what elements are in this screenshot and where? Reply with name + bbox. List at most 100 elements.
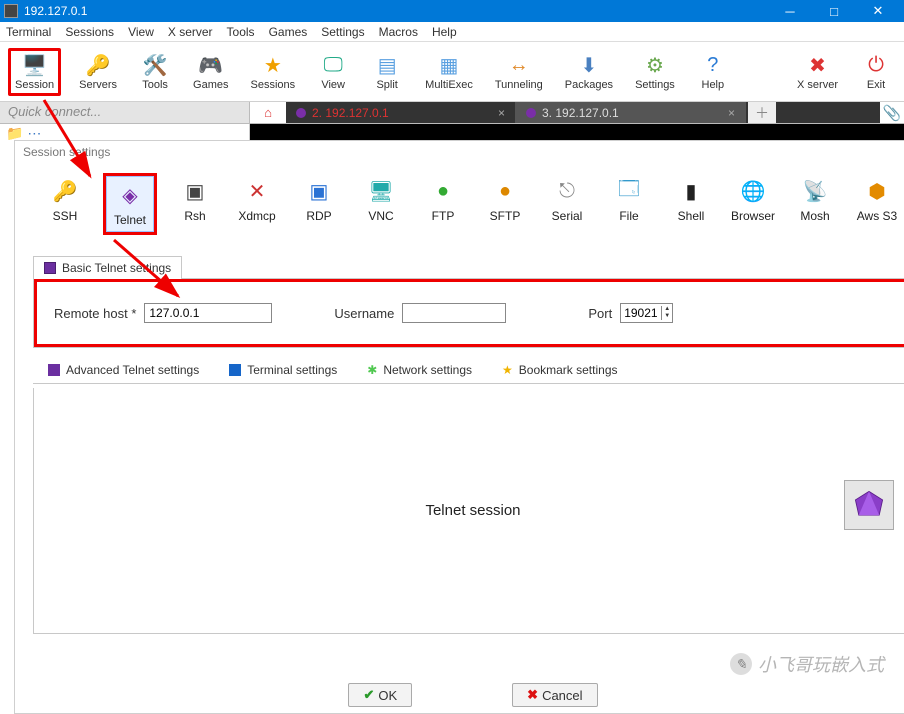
session-type-label: Shell [678, 209, 705, 223]
session-type-vnc[interactable]: 🖥 VNC [357, 173, 405, 227]
ftp-icon: ● [429, 177, 457, 205]
session-tab[interactable]: 2. 192.127.0.1× [286, 102, 516, 123]
session-type-label: SFTP [490, 209, 521, 223]
menu-x-server[interactable]: X server [168, 25, 213, 39]
paperclip-icon[interactable]: 📎 [880, 102, 904, 123]
session-type-aws-s3[interactable]: ⬢Aws S3 [853, 173, 901, 227]
port-up-icon[interactable]: ▲ [661, 306, 672, 313]
menu-tools[interactable]: Tools [227, 25, 255, 39]
telnet-icon: ◈ [116, 181, 144, 209]
subtab-label: Network settings [383, 363, 472, 377]
session-type-serial[interactable]: ⎋Serial [543, 173, 591, 227]
cancel-button[interactable]: ✖ Cancel [512, 683, 597, 707]
vnc-icon: 🖥 [367, 177, 395, 205]
menu-sessions[interactable]: Sessions [65, 25, 114, 39]
session-type-label: FTP [432, 209, 455, 223]
subtab-advanced-telnet-settings[interactable]: Advanced Telnet settings [33, 356, 214, 383]
toolbar-packages-button[interactable]: ⬇Packages [561, 51, 617, 93]
toolbar-view-button[interactable]: 🖵View [313, 51, 353, 93]
username-input[interactable] [402, 303, 506, 323]
window-maximize-button[interactable]: □ [812, 0, 856, 22]
dialog-titlebar: Session settings ✕ [15, 141, 904, 163]
cancel-icon: ✖ [527, 687, 538, 703]
toolbar-help-button[interactable]: ?Help [693, 51, 733, 93]
session-type-ssh[interactable]: 🔑SSH [41, 173, 89, 227]
toolbar-games-button[interactable]: 🎮Games [189, 51, 232, 93]
menu-games[interactable]: Games [269, 25, 308, 39]
remote-host-input[interactable] [144, 303, 272, 323]
window-close-button[interactable]: ✕ [856, 0, 900, 22]
toolbar-multiexec-button[interactable]: ▦MultiExec [421, 51, 477, 93]
square-icon [229, 364, 241, 376]
session-type-xdmcp[interactable]: ✕ Xdmcp [233, 173, 281, 227]
multiexec-icon: ▦ [436, 53, 462, 79]
session-type-shell[interactable]: ▮ Shell [667, 173, 715, 227]
home-tab[interactable]: ⌂ [250, 102, 286, 123]
toolbar-tunneling-button[interactable]: ↔Tunneling [491, 51, 547, 93]
port-stepper[interactable]: ▲▼ [620, 303, 673, 323]
session-type-mosh[interactable]: 📡Mosh [791, 173, 839, 227]
session-type-telnet[interactable]: ◈Telnet [106, 176, 154, 232]
cancel-button-label: Cancel [542, 688, 582, 703]
toolbar-label: Tools [142, 79, 168, 91]
menu-help[interactable]: Help [432, 25, 457, 39]
username-label: Username [334, 306, 394, 321]
port-input[interactable] [621, 305, 661, 321]
ok-button[interactable]: ✔OK [348, 683, 412, 707]
session-type-rdp[interactable]: ▣RDP [295, 173, 343, 227]
session-type-row: 🔑SSH ◈Telnet ▣Rsh ✕ Xdmcp ▣RDP 🖥 VNC ● FTP ● SFTP ⎋S… [15, 163, 904, 241]
basic-settings-tab-label: Basic Telnet settings [62, 261, 171, 275]
toolbar-sessions-button[interactable]: ★Sessions [247, 51, 300, 93]
tab-close-icon[interactable]: × [728, 106, 735, 120]
subtab-network-settings[interactable]: ✱Network settings [352, 356, 487, 383]
session-type-label: VNC [368, 209, 393, 223]
session-preview-label: Telnet session [425, 502, 520, 519]
toolbar-label: Games [193, 79, 228, 91]
toolbar-label: View [321, 79, 345, 91]
tab-close-icon[interactable]: × [498, 106, 505, 120]
toolbar-servers-button[interactable]: 🔑Servers [75, 51, 121, 93]
subtab-bookmark-settings[interactable]: ★Bookmark settings [487, 356, 632, 383]
sftp-icon: ● [491, 177, 519, 205]
file-icon: 🗔 [615, 177, 643, 205]
toolbar-label: X server [797, 79, 838, 91]
session-type-file[interactable]: 🗔File [605, 173, 653, 227]
session-preview-area: Telnet session [33, 388, 904, 634]
toolbar-tools-button[interactable]: 🛠️Tools [135, 51, 175, 93]
ssh-icon: 🔑 [51, 177, 79, 205]
session-type-browser[interactable]: 🌐Browser [729, 173, 777, 227]
packages-icon: ⬇ [576, 53, 602, 79]
toolbar-exit-button[interactable]: ⏻Exit [856, 51, 896, 93]
dialog-button-row: ✔OK ✖ Cancel [15, 683, 904, 707]
app-icon [4, 4, 18, 18]
menu-view[interactable]: View [128, 25, 154, 39]
toolbar-settings-button[interactable]: ⚙Settings [631, 51, 679, 93]
telnet-gem-icon [844, 480, 894, 530]
session-type-sftp[interactable]: ● SFTP [481, 173, 529, 227]
toolbar-label: MultiExec [425, 79, 473, 91]
session-type-ftp[interactable]: ● FTP [419, 173, 467, 227]
xdmcp-icon: ✕ [243, 177, 271, 205]
session-tab[interactable]: 3. 192.127.0.1× [516, 102, 746, 123]
browser-icon: 🌐 [739, 177, 767, 205]
servers-icon: 🔑 [85, 53, 111, 79]
session-type-rsh[interactable]: ▣Rsh [171, 173, 219, 227]
toolbar-split-button[interactable]: ▤Split [367, 51, 407, 93]
toolbar-label: Tunneling [495, 79, 543, 91]
subtab-terminal-settings[interactable]: Terminal settings [214, 356, 352, 383]
main-toolbar: 🖥️Session 🔑Servers 🛠️Tools 🎮Games ★Sessions 🖵… [0, 42, 904, 102]
menu-terminal[interactable]: Terminal [6, 25, 51, 39]
port-down-icon[interactable]: ▼ [661, 313, 672, 320]
quick-connect-input[interactable]: Quick connect... [0, 102, 250, 123]
toolbar-session-button[interactable]: 🖥️Session [8, 48, 61, 96]
exit-icon: ⏻ [863, 53, 889, 79]
window-minimize-button[interactable]: ─ [768, 0, 812, 22]
new-tab-button[interactable]: ＋ [748, 102, 776, 123]
session-type-label: Xdmcp [238, 209, 275, 223]
menu-settings[interactable]: Settings [321, 25, 364, 39]
toolbar-x-server-button[interactable]: ✖X server [793, 51, 842, 93]
basic-settings-tab[interactable]: Basic Telnet settings [33, 256, 182, 279]
shell-icon: ▮ [677, 177, 705, 205]
help-icon: ? [700, 53, 726, 79]
menu-macros[interactable]: Macros [379, 25, 418, 39]
